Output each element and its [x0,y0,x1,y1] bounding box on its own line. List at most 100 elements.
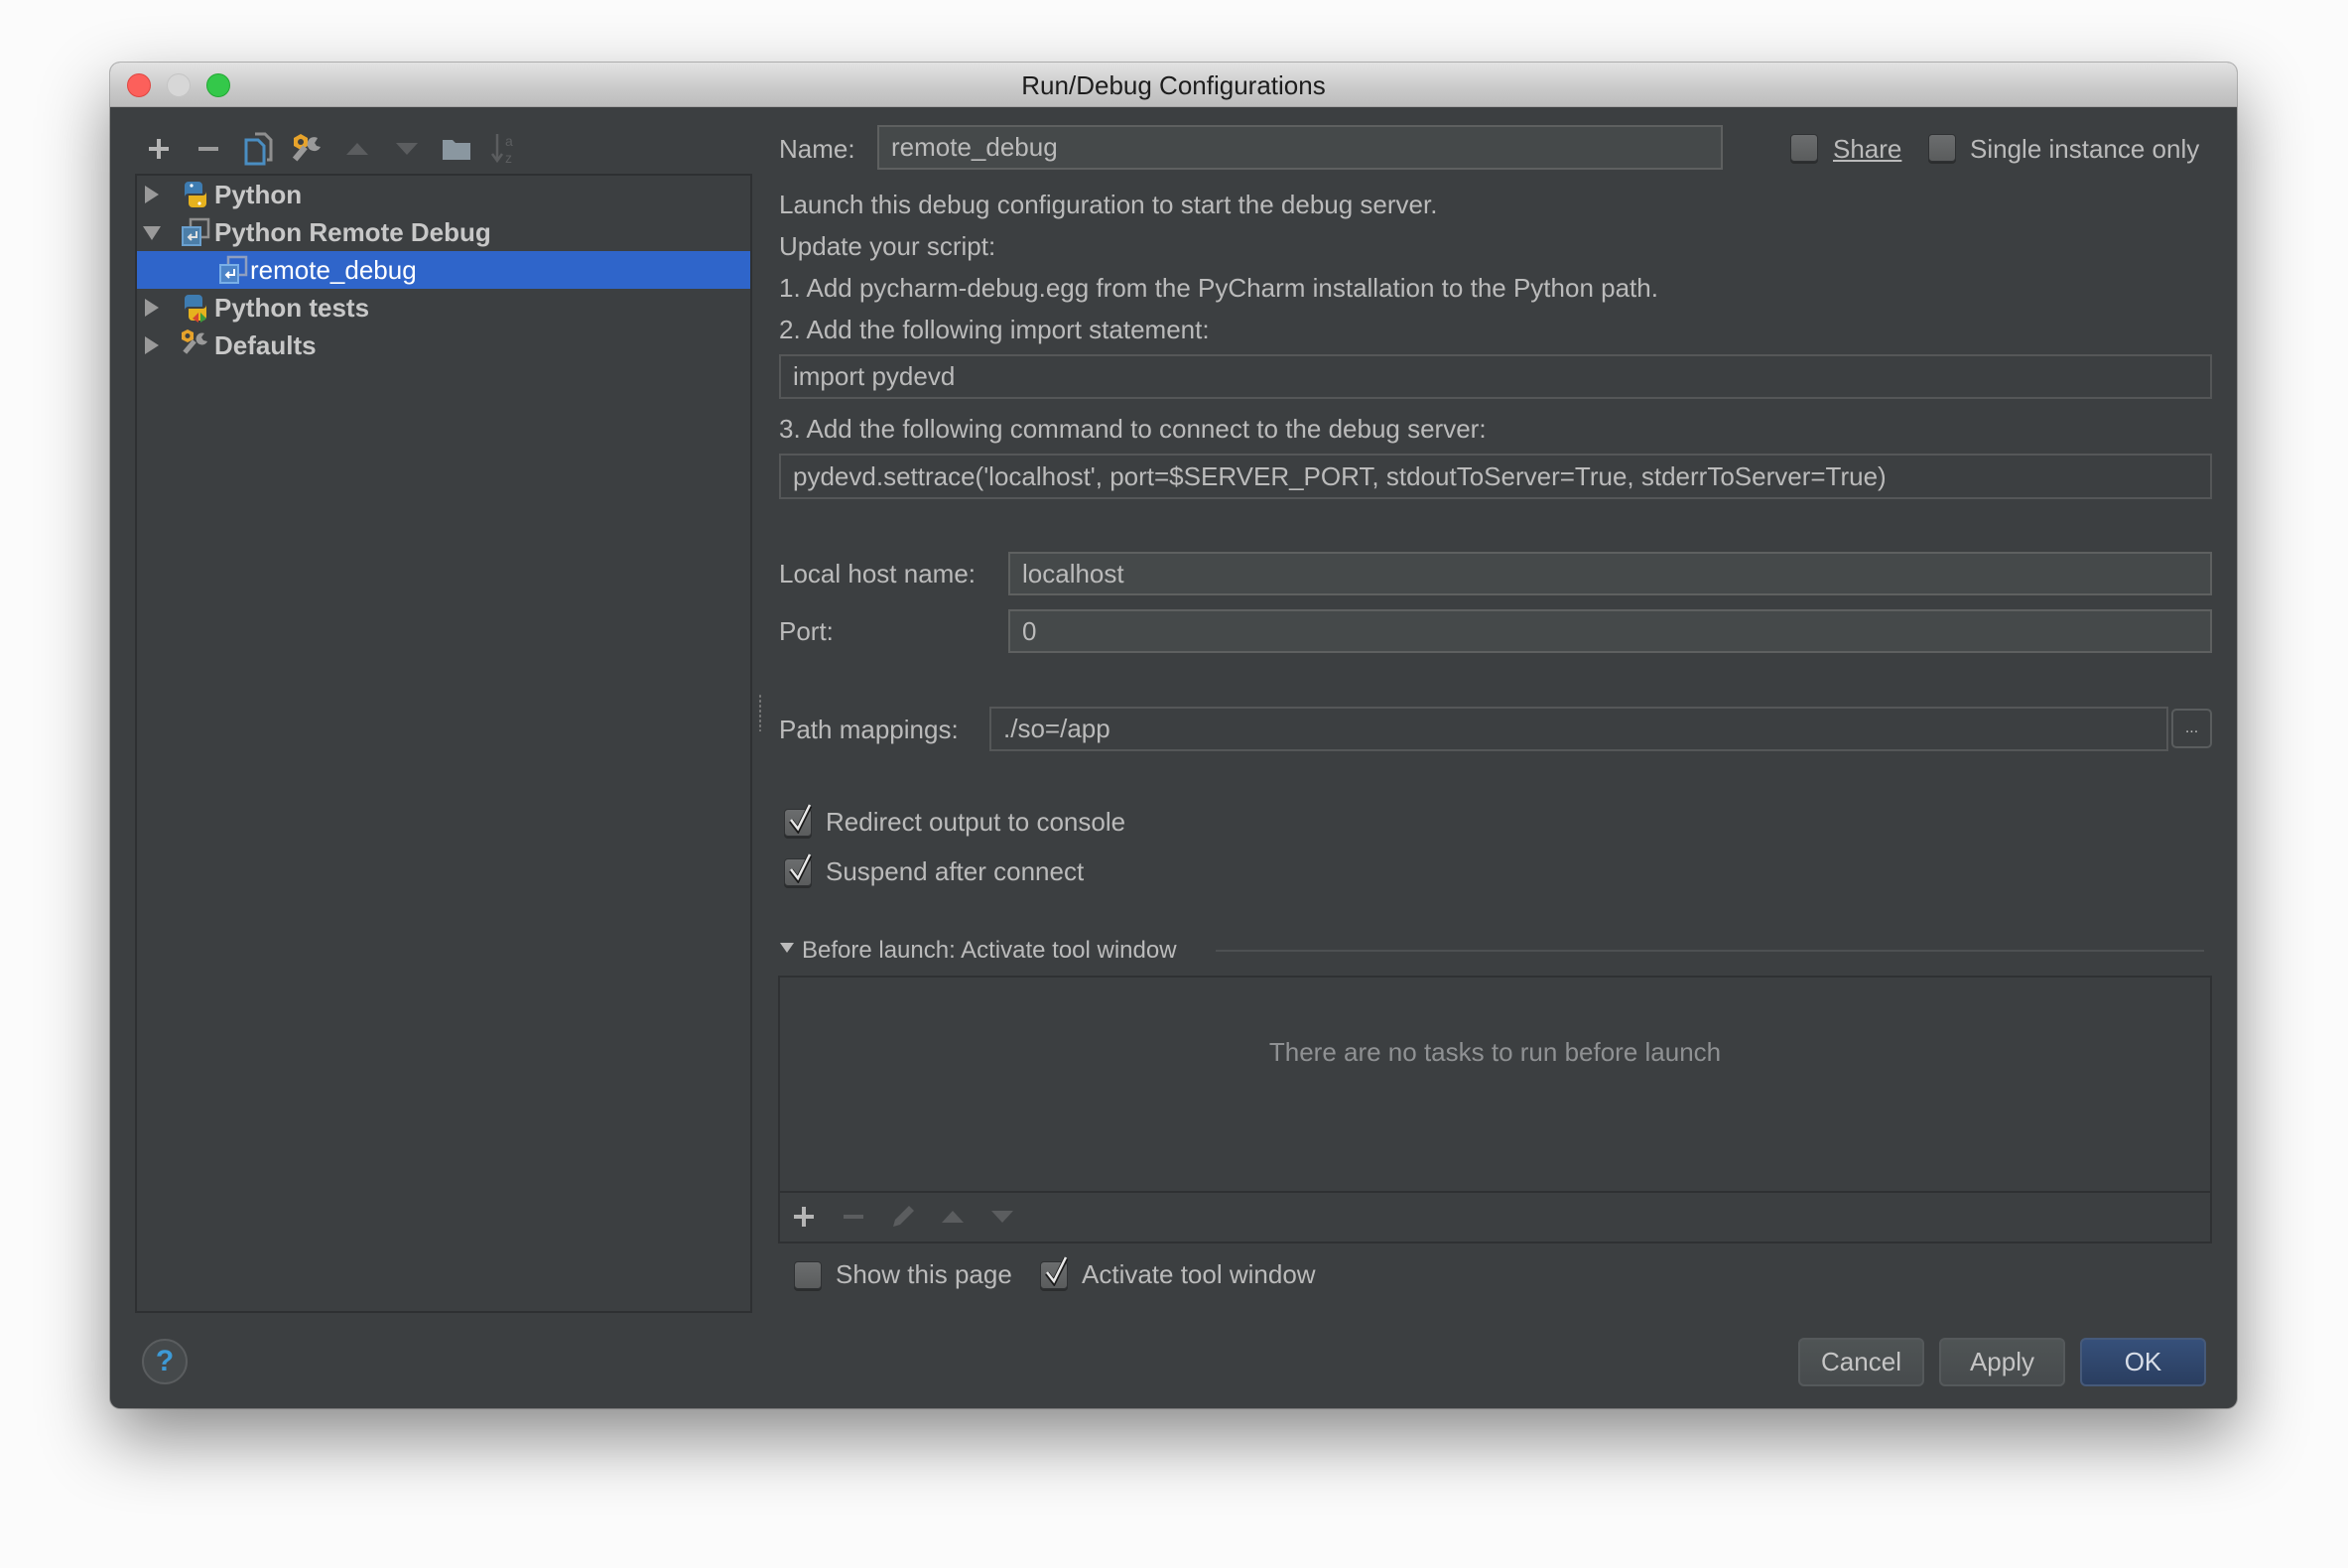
configurations-tree: Python Python Remote Debug remote_debug [135,174,752,1313]
folder-icon [443,140,470,160]
collapse-before-launch-icon[interactable] [780,943,794,953]
tree-item-label: Python tests [214,292,370,323]
remove-task-button[interactable] [837,1200,870,1234]
share-checkbox[interactable] [1790,134,1818,162]
checkmark-icon [789,804,813,834]
edit-pencil-icon [893,1206,914,1227]
name-label: Name: [779,134,855,164]
tree-item-label: Python [214,179,303,209]
remove-icon [198,147,218,151]
share-label-text: Share [1833,134,1902,164]
instruction-step3: 3. Add the following command to connect … [779,414,1487,444]
python-icon [185,182,206,207]
port-input[interactable]: 0 [1008,609,2212,653]
expand-arrow-icon[interactable] [145,336,159,354]
activate-tool-window-checkbox[interactable] [1040,1256,1069,1289]
edit-defaults-button[interactable] [291,132,325,166]
move-task-up-button[interactable] [936,1200,970,1234]
help-icon: ? [155,1345,175,1377]
help-button[interactable]: ? [142,1339,188,1384]
settrace-command-field[interactable]: pydevd.settrace('localhost', port=$SERVE… [779,454,2212,499]
move-down-icon [396,143,418,155]
python-tests-icon [185,295,206,323]
svg-text:z: z [505,150,512,166]
path-mappings-input[interactable]: ./so=/app [989,707,2168,751]
redirect-output-label: Redirect output to console [826,807,1126,837]
move-down-icon [991,1211,1013,1223]
path-mappings-browse-button[interactable]: ... [2171,709,2212,748]
settrace-command-text: pydevd.settrace('localhost', port=$SERVE… [793,460,1887,491]
single-instance-checkbox[interactable] [1928,134,1956,162]
import-statement-field[interactable]: import pydevd [779,354,2212,399]
add-configuration-button[interactable] [142,132,176,166]
remove-configuration-button[interactable] [192,132,225,166]
cancel-button[interactable]: Cancel [1798,1338,1924,1386]
defaults-wrench-icon [182,329,207,354]
wrench-icon [292,134,321,162]
tree-item-python-tests[interactable]: Python tests [137,289,750,327]
import-statement-text: import pydevd [793,361,956,391]
copy-icon [244,132,273,166]
title-bar: Run/Debug Configurations [110,63,2237,107]
path-mappings-value: ./so=/app [1003,714,1110,743]
move-up-button[interactable] [340,132,374,166]
tree-item-label: Defaults [214,329,317,360]
sort-configurations-button[interactable]: a z [487,132,521,166]
create-folder-button[interactable] [440,132,473,166]
copy-configuration-button[interactable] [241,132,275,166]
remote-debug-icon [182,217,210,246]
run-debug-configurations-dialog: Run/Debug Configurations a z Python Pyth… [110,63,2237,1408]
expand-arrow-icon[interactable] [145,186,159,203]
tree-item-label: remote_debug [250,254,417,285]
redirect-output-checkbox[interactable] [784,804,813,837]
svg-text:a: a [505,133,513,149]
single-instance-label: Single instance only [1970,134,2200,164]
instruction-launch: Launch this debug configuration to start… [779,190,1438,219]
move-down-button[interactable] [390,132,424,166]
edit-task-button[interactable] [886,1200,920,1234]
move-task-down-button[interactable] [985,1200,1019,1234]
add-icon [794,1207,814,1227]
instruction-step1: 1. Add pycharm-debug.egg from the PyChar… [779,273,1658,303]
splitter-handle[interactable] [758,694,762,731]
before-launch-header: Before launch: Activate tool window [802,937,1177,964]
window-title: Run/Debug Configurations [1021,70,1326,100]
suspend-after-connect-checkbox[interactable] [784,853,813,886]
add-task-button[interactable] [787,1200,821,1234]
expand-arrow-icon[interactable] [145,299,159,317]
suspend-after-connect-label: Suspend after connect [826,856,1085,886]
port-value: 0 [1022,615,1037,646]
instruction-step2: 2. Add the following import statement: [779,315,1210,344]
name-input-value: remote_debug [891,132,1058,162]
checkmark-icon [1045,1256,1069,1286]
move-up-icon [346,143,368,155]
tasks-toolbar-divider [778,1191,2212,1193]
name-input[interactable]: remote_debug [877,125,1723,170]
local-host-input[interactable]: localhost [1008,552,2212,595]
tree-item-defaults[interactable]: Defaults [137,327,750,364]
instruction-update: Update your script: [779,231,996,261]
empty-tasks-text: There are no tasks to run before launch [1268,1037,1722,1067]
tree-item-remote-debug[interactable]: remote_debug [137,251,750,289]
checkmark-icon [789,853,813,883]
tree-item-python[interactable]: Python [137,176,750,213]
local-host-label: Local host name: [779,559,977,588]
tree-item-python-remote-debug[interactable]: Python Remote Debug [137,213,750,251]
before-launch-separator [1216,950,2204,952]
remove-icon [844,1215,863,1219]
tree-item-label: Python Remote Debug [214,216,491,247]
local-host-value: localhost [1022,558,1124,588]
remote-debug-icon [219,255,248,284]
share-label: Share [1833,134,1901,164]
activate-tool-window-label: Activate tool window [1082,1259,1316,1289]
sort-icon: a z [490,133,513,166]
show-this-page-label: Show this page [836,1259,1012,1289]
collapse-arrow-icon[interactable] [143,226,161,240]
show-this-page-checkbox[interactable] [794,1261,822,1289]
ok-button[interactable]: OK [2080,1338,2206,1386]
path-mappings-label: Path mappings: [779,715,959,744]
move-up-icon [942,1211,964,1223]
port-label: Port: [779,616,834,646]
add-icon [149,139,169,159]
apply-button[interactable]: Apply [1939,1338,2065,1386]
